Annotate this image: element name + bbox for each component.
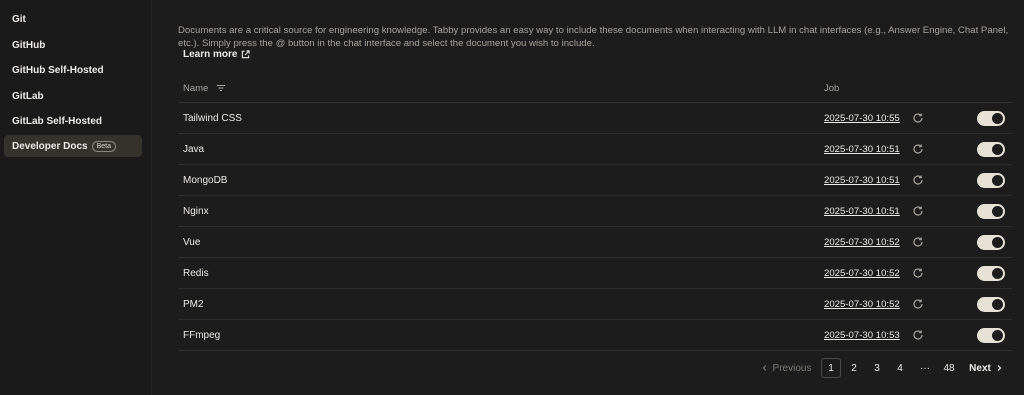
learn-more-label: Learn more xyxy=(183,49,238,60)
sidebar-item-git[interactable]: Git xyxy=(4,8,142,30)
enable-toggle[interactable] xyxy=(977,142,1005,157)
sidebar-item-label: GitHub xyxy=(12,39,46,51)
enable-toggle[interactable] xyxy=(977,111,1005,126)
refresh-icon[interactable] xyxy=(912,143,924,155)
page-number: 2 xyxy=(851,362,857,374)
pagination-previous-button[interactable]: Previous xyxy=(760,358,812,378)
row-job-link[interactable]: 2025-07-30 10:51 xyxy=(824,165,900,196)
sidebar-item-developer-docs[interactable]: Developer Docs Beta xyxy=(4,135,142,157)
sidebar-item-gitlab-self-hosted[interactable]: GitLab Self-Hosted xyxy=(4,110,142,132)
pagination-next-button[interactable]: Next xyxy=(968,358,1004,378)
toggle-knob xyxy=(992,268,1003,279)
pagination-page-48[interactable]: 48 xyxy=(938,358,960,378)
row-job-link[interactable]: 2025-07-30 10:52 xyxy=(824,289,900,320)
table-row: Nginx 2025-07-30 10:51 xyxy=(178,196,1012,227)
row-name: Java xyxy=(183,144,205,155)
refresh-icon[interactable] xyxy=(912,267,924,279)
sidebar-item-label: GitHub Self-Hosted xyxy=(12,64,104,76)
enable-toggle[interactable] xyxy=(977,328,1005,343)
chevron-right-icon xyxy=(997,365,1002,371)
row-name: MongoDB xyxy=(183,175,228,186)
sidebar-item-gitlab[interactable]: GitLab xyxy=(4,85,142,107)
enable-toggle[interactable] xyxy=(977,204,1005,219)
filter-icon[interactable] xyxy=(216,84,226,92)
toggle-knob xyxy=(992,175,1003,186)
pagination-page-2[interactable]: 2 xyxy=(846,358,862,378)
toggle-knob xyxy=(992,206,1003,217)
sidebar-item-github-self-hosted[interactable]: GitHub Self-Hosted xyxy=(4,59,142,81)
enable-toggle[interactable] xyxy=(977,297,1005,312)
page-number: 3 xyxy=(874,362,880,374)
refresh-icon[interactable] xyxy=(912,205,924,217)
pagination-page-1[interactable]: 1 xyxy=(821,358,841,378)
row-job-link[interactable]: 2025-07-30 10:52 xyxy=(824,258,900,289)
sidebar-item-label: Git xyxy=(12,13,26,25)
row-job-link[interactable]: 2025-07-30 10:51 xyxy=(824,134,900,165)
column-header-label: Job xyxy=(824,82,840,94)
main-content: Documents are a critical source for engi… xyxy=(178,0,1012,395)
learn-more-link[interactable]: Learn more xyxy=(183,49,251,60)
table-row: Vue 2025-07-30 10:52 xyxy=(178,227,1012,258)
external-link-icon xyxy=(242,50,251,59)
enable-toggle[interactable] xyxy=(977,235,1005,250)
sidebar-item-github[interactable]: GitHub xyxy=(4,34,142,56)
table-row: Tailwind CSS 2025-07-30 10:55 xyxy=(178,103,1012,134)
enable-toggle[interactable] xyxy=(977,266,1005,281)
pagination-page-3[interactable]: 3 xyxy=(869,358,885,378)
row-name: Nginx xyxy=(183,206,209,217)
chevron-left-icon xyxy=(762,365,766,371)
toggle-knob xyxy=(992,144,1003,155)
toggle-knob xyxy=(992,113,1003,124)
page-number: 1 xyxy=(828,362,834,374)
table-row: MongoDB 2025-07-30 10:51 xyxy=(178,165,1012,196)
row-name: FFmpeg xyxy=(183,330,221,341)
refresh-icon[interactable] xyxy=(912,174,924,186)
table-row: FFmpeg 2025-07-30 10:53 xyxy=(178,320,1012,351)
table-row: Redis 2025-07-30 10:52 xyxy=(178,258,1012,289)
page-number: 48 xyxy=(943,362,955,374)
column-header-name[interactable]: Name xyxy=(183,78,226,98)
row-job-link[interactable]: 2025-07-30 10:53 xyxy=(824,320,900,351)
pagination-previous-label: Previous xyxy=(772,362,812,374)
enable-toggle[interactable] xyxy=(977,173,1005,188)
pagination-page-4[interactable]: 4 xyxy=(892,358,908,378)
column-header-label: Name xyxy=(183,82,209,94)
column-header-job: Job xyxy=(824,78,839,98)
row-job-link[interactable]: 2025-07-30 10:51 xyxy=(824,196,900,227)
beta-badge: Beta xyxy=(91,140,116,152)
row-name: Redis xyxy=(183,268,209,279)
refresh-icon[interactable] xyxy=(912,236,924,248)
table-row: PM2 2025-07-30 10:52 xyxy=(178,289,1012,320)
sidebar-item-label: GitLab xyxy=(12,90,44,102)
row-job-link[interactable]: 2025-07-30 10:55 xyxy=(824,103,900,134)
sidebar-item-label: Developer Docs xyxy=(12,140,88,152)
row-name: Tailwind CSS xyxy=(183,113,242,124)
table-row: Java 2025-07-30 10:51 xyxy=(178,134,1012,165)
page-description: Documents are a critical source for engi… xyxy=(178,25,1009,49)
ellipsis-label: ··· xyxy=(920,362,930,374)
page-number: 4 xyxy=(897,362,903,374)
refresh-icon[interactable] xyxy=(912,298,924,310)
sidebar: Git GitHub GitHub Self-Hosted GitLab Git… xyxy=(0,0,152,395)
sidebar-item-label: GitLab Self-Hosted xyxy=(12,115,103,127)
row-name: PM2 xyxy=(183,299,204,310)
row-job-link[interactable]: 2025-07-30 10:52 xyxy=(824,227,900,258)
toggle-knob xyxy=(992,330,1003,341)
refresh-icon[interactable] xyxy=(912,329,924,341)
pagination-ellipsis: ··· xyxy=(915,358,935,378)
row-name: Vue xyxy=(183,237,201,248)
refresh-icon[interactable] xyxy=(912,112,924,124)
pagination-next-label: Next xyxy=(969,362,991,374)
toggle-knob xyxy=(992,299,1003,310)
toggle-knob xyxy=(992,237,1003,248)
